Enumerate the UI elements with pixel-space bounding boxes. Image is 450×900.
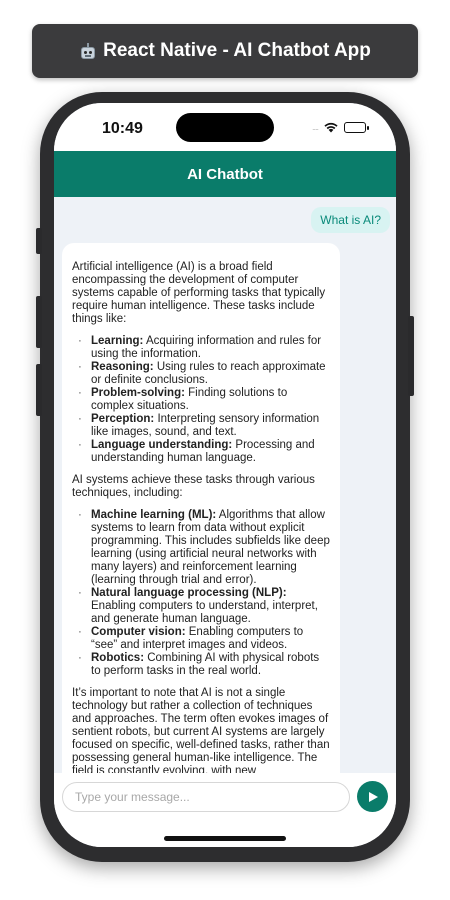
techniques-list: Machine learning (ML): Algorithms that a… bbox=[72, 509, 330, 678]
phone-screen: 10:49 .... AI Chatbot What is AI? Artifi… bbox=[54, 103, 396, 847]
user-message-bubble: What is AI? bbox=[311, 207, 390, 233]
wifi-icon bbox=[324, 122, 338, 133]
bot-intro-text: Artificial intelligence (AI) is a broad … bbox=[72, 261, 326, 325]
list-item: Reasoning: Using rules to reach approxim… bbox=[72, 361, 330, 387]
tasks-list: Learning: Acquiring information and rule… bbox=[72, 335, 330, 465]
bot-message-bubble: Artificial intelligence (AI) is a broad … bbox=[62, 243, 340, 773]
list-item: Language understanding: Processing and u… bbox=[72, 439, 330, 465]
app-header: AI Chatbot bbox=[54, 151, 396, 197]
volume-up-button bbox=[36, 296, 42, 348]
status-bar: 10:49 .... bbox=[54, 103, 396, 151]
dynamic-island bbox=[176, 113, 274, 142]
list-item: Computer vision: Enabling computers to “… bbox=[72, 626, 330, 652]
signal-icon: .... bbox=[312, 122, 319, 132]
list-item: Machine learning (ML): Algorithms that a… bbox=[72, 509, 330, 587]
mute-switch bbox=[36, 228, 42, 254]
power-button bbox=[408, 316, 414, 396]
bot-closing-text: It’s important to note that AI is not a … bbox=[72, 687, 330, 773]
volume-down-button bbox=[36, 364, 42, 416]
bot-techniques-intro: AI systems achieve these tasks through v… bbox=[72, 474, 315, 499]
chat-area[interactable]: What is AI? Artificial intelligence (AI)… bbox=[54, 197, 396, 773]
status-time: 10:49 bbox=[102, 120, 143, 137]
send-button[interactable] bbox=[357, 781, 388, 812]
list-item: Learning: Acquiring information and rule… bbox=[72, 335, 330, 361]
list-item: Robotics: Combining AI with physical rob… bbox=[72, 652, 330, 678]
message-input[interactable] bbox=[62, 782, 350, 812]
input-bar bbox=[54, 773, 396, 847]
battery-icon bbox=[344, 121, 370, 133]
robot-icon bbox=[79, 42, 97, 60]
status-icons: .... bbox=[312, 121, 370, 133]
app-title-banner: React Native - AI Chatbot App bbox=[32, 24, 418, 78]
send-icon bbox=[369, 791, 378, 802]
home-indicator[interactable] bbox=[164, 836, 286, 841]
banner-title: React Native - AI Chatbot App bbox=[103, 40, 371, 61]
list-item: Natural language processing (NLP): Enabl… bbox=[72, 587, 330, 626]
list-item: Problem-solving: Finding solutions to co… bbox=[72, 387, 330, 413]
list-item: Perception: Interpreting sensory informa… bbox=[72, 413, 330, 439]
header-title: AI Chatbot bbox=[187, 165, 263, 183]
